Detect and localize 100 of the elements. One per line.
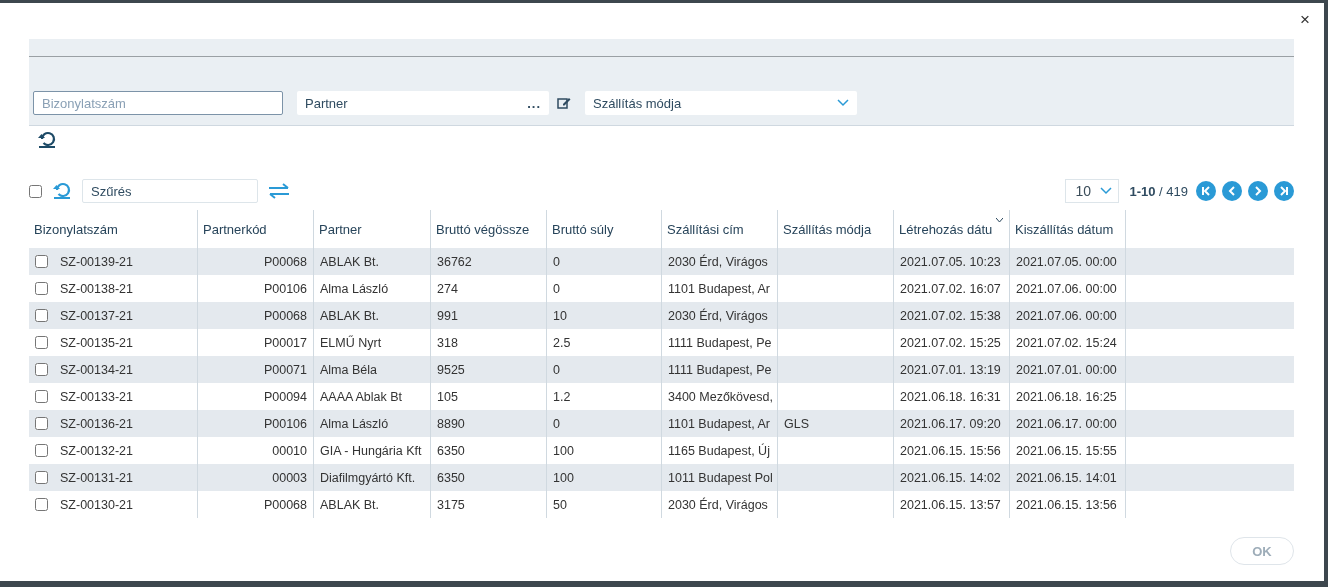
table-cell: 100 <box>553 443 574 458</box>
table-cell: Alma László <box>320 281 389 296</box>
table-cell: P00068 <box>263 497 307 512</box>
table-cell: SZ-00135-21 <box>60 335 133 350</box>
table-cell: 1.2 <box>553 389 571 404</box>
table-cell: 2021.07.02. 16:07 <box>900 281 1001 296</box>
table-cell: 2021.06.15. 14:01 <box>1016 470 1117 485</box>
table-cell: Alma Béla <box>320 362 377 377</box>
table-cell: P00068 <box>263 254 307 269</box>
table-cell: 2021.06.17. 00:00 <box>1016 416 1117 431</box>
select-all-checkbox[interactable] <box>29 184 42 198</box>
last-page-button[interactable] <box>1274 181 1294 201</box>
swap-button[interactable] <box>268 183 290 199</box>
table-cell: 1111 Budapest, Pe <box>668 362 772 377</box>
table-cell: SZ-00132-21 <box>60 443 133 458</box>
page-range: 1-10 / 419 <box>1129 183 1188 199</box>
table-row[interactable]: SZ-00134-21 P00071 Alma Béla 9525 0 1111 Budapest, Pe 2021.07.01. 13:19 2021.07.01. 00:00 <box>29 356 1294 383</box>
row-checkbox[interactable] <box>35 255 48 268</box>
table-cell: SZ-00133-21 <box>60 389 133 404</box>
next-page-button[interactable] <box>1248 181 1268 201</box>
row-checkbox[interactable] <box>35 309 48 322</box>
partner-field[interactable]: Partner ... <box>297 91 549 115</box>
table-cell: Alma László <box>320 416 389 431</box>
table-cell: 50 <box>553 497 567 512</box>
table-cell: 0 <box>553 362 560 377</box>
table-cell: 2021.07.01. 13:19 <box>900 362 1001 377</box>
table-cell: 3175 <box>437 497 465 512</box>
reset-icon <box>37 130 57 150</box>
table-cell: 10 <box>553 308 567 323</box>
table-cell: ABLAK Bt. <box>320 254 380 269</box>
table-cell: P00094 <box>263 389 307 404</box>
table-cell: SZ-00136-21 <box>60 416 133 431</box>
table-cell: ABLAK Bt. <box>320 308 380 323</box>
row-checkbox[interactable] <box>35 390 48 403</box>
chevron-down-icon <box>837 99 849 107</box>
table-cell: 2021.07.05. 00:00 <box>1016 254 1117 269</box>
table-cell: 2021.06.15. 13:57 <box>900 497 1001 512</box>
row-checkbox[interactable] <box>35 336 48 349</box>
previous-page-button[interactable] <box>1222 181 1242 201</box>
table-cell: 0 <box>553 281 560 296</box>
table-cell: 100 <box>553 470 574 485</box>
refresh-button[interactable] <box>52 181 72 201</box>
row-checkbox[interactable] <box>35 471 48 484</box>
table-cell: SZ-00137-21 <box>60 308 133 323</box>
table-cell: SZ-00131-21 <box>60 470 133 485</box>
table-cell: P00071 <box>263 362 307 377</box>
table-row[interactable]: SZ-00139-21 P00068 ABLAK Bt. 36762 0 2030 Érd, Virágos 2021.07.05. 10:23 2021.07.05. 00:00 <box>29 248 1294 275</box>
refresh-icon <box>52 181 72 201</box>
document-number-field[interactable]: Bizonylatszám <box>33 91 283 115</box>
first-page-button[interactable] <box>1196 181 1216 201</box>
table-cell: 2021.06.17. 09:20 <box>900 416 1001 431</box>
table-cell: 9525 <box>437 362 465 377</box>
table-row[interactable]: SZ-00131-21 00003 Diafilmgyártó Kft. 6350 100 1011 Budapest Pol 2021.06.15. 14:02 2021.06.15. 14:01 <box>29 464 1294 491</box>
page-size-select[interactable]: 10 <box>1065 179 1120 203</box>
row-checkbox[interactable] <box>35 282 48 295</box>
table-cell: 991 <box>437 308 458 323</box>
table-cell: 2021.07.02. 15:38 <box>900 308 1001 323</box>
table-cell: SZ-00139-21 <box>60 254 133 269</box>
table-cell: 2021.07.05. 10:23 <box>900 254 1001 269</box>
table-cell: 2021.06.15. 14:02 <box>900 470 1001 485</box>
close-button[interactable]: × <box>1298 11 1312 29</box>
table-cell: 36762 <box>437 254 472 269</box>
table-cell: SZ-00130-21 <box>60 497 133 512</box>
table-cell: 1101 Budapest, Ar <box>668 281 770 296</box>
search-field[interactable]: Szűrés <box>82 179 258 203</box>
row-checkbox[interactable] <box>35 444 48 457</box>
table-row[interactable]: SZ-00136-21 P00106 Alma László 8890 0 1101 Budapest, Ar GLS 2021.06.17. 09:20 2021.06.17. 00:00 <box>29 410 1294 437</box>
table-cell: 274 <box>437 281 458 296</box>
row-checkbox[interactable] <box>35 363 48 376</box>
row-checkbox[interactable] <box>35 498 48 511</box>
table-cell: 2021.06.18. 16:25 <box>1016 389 1117 404</box>
table-cell: ABLAK Bt. <box>320 497 380 512</box>
reset-filters-button[interactable] <box>37 130 57 150</box>
table-cell: 2030 Érd, Virágos <box>668 497 768 512</box>
table-cell: 2.5 <box>553 335 571 350</box>
table-cell: 1111 Budapest, Pe <box>668 335 772 350</box>
table-cell: 3400 Mezőkövesd, <box>668 389 773 404</box>
table-cell: 2021.06.18. 16:31 <box>900 389 1001 404</box>
table-cell: 318 <box>437 335 458 350</box>
table-cell: 6350 <box>437 443 465 458</box>
swap-arrows-icon <box>268 183 290 199</box>
shipping-method-select[interactable]: Szállítás módja <box>585 91 857 115</box>
table-cell: SZ-00138-21 <box>60 281 133 296</box>
table-cell: 0 <box>553 254 560 269</box>
table-cell: SZ-00134-21 <box>60 362 133 377</box>
table-cell: ELMŰ Nyrt <box>320 335 382 350</box>
table-cell: 6350 <box>437 470 465 485</box>
table-cell: 2021.06.15. 13:56 <box>1016 497 1117 512</box>
table-cell: AAAA Ablak Bt <box>320 389 402 404</box>
row-checkbox[interactable] <box>35 417 48 430</box>
table-cell: 2021.07.02. 15:24 <box>1016 335 1117 350</box>
table-cell: P00106 <box>263 416 307 431</box>
first-page-icon <box>1200 185 1212 197</box>
table-cell: 00003 <box>272 470 307 485</box>
edit-icon[interactable] <box>557 96 571 110</box>
table-cell: 105 <box>437 389 458 404</box>
table-cell: 1011 Budapest Pol <box>668 470 773 485</box>
table-row[interactable]: SZ-00137-21 P00068 ABLAK Bt. 991 10 2030 Érd, Virágos 2021.07.02. 15:38 2021.07.06. 00:00 <box>29 302 1294 329</box>
table-cell: 1165 Budapest, Új <box>668 443 770 458</box>
chevron-right-icon <box>1252 185 1264 197</box>
